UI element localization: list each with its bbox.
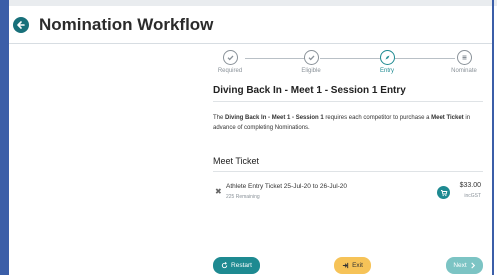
- step-eligible: Eligible: [286, 50, 336, 74]
- back-button[interactable]: [13, 17, 29, 33]
- step-required: Required: [205, 50, 255, 74]
- page-title: Nomination Workflow: [39, 15, 214, 34]
- desc-ticket-name: Meet Ticket: [431, 115, 464, 121]
- divider: [213, 171, 483, 172]
- left-frame-bar: [0, 0, 9, 275]
- remove-icon[interactable]: ✖: [215, 187, 222, 196]
- page-header: Nomination Workflow: [9, 6, 492, 44]
- restart-button[interactable]: Restart: [213, 257, 260, 274]
- restart-icon: [221, 262, 228, 269]
- step-label: Required: [217, 68, 243, 74]
- arrow-left-icon: [17, 21, 25, 29]
- next-label: Next: [453, 262, 467, 269]
- step-label: Entry: [379, 68, 394, 74]
- exit-button[interactable]: Exit: [334, 257, 371, 274]
- compass-icon: [379, 50, 395, 65]
- step-nominate: Nominate: [439, 50, 489, 74]
- desc-event-name: Diving Back In - Meet 1 - Session 1: [225, 115, 324, 121]
- cart-icon: [440, 189, 447, 196]
- workflow-stepper: Required Eligible Entry Nominate: [213, 50, 483, 80]
- chevron-right-icon: [470, 262, 475, 269]
- next-button[interactable]: Next: [446, 257, 483, 274]
- ticket-tax-label: incGST: [464, 193, 481, 199]
- desc-text: The: [213, 115, 226, 121]
- panel-title: Diving Back In - Meet 1 - Session 1 Entr…: [213, 85, 406, 96]
- entry-description: The Diving Back In - Meet 1 - Session 1 …: [213, 113, 483, 133]
- divider: [213, 101, 483, 102]
- restart-label: Restart: [231, 262, 252, 269]
- add-to-cart-button[interactable]: [437, 186, 450, 199]
- desc-text: requires each competitor to purchase a: [323, 115, 432, 121]
- list-icon: [456, 50, 472, 65]
- check-circle-icon: [222, 50, 238, 65]
- check-circle-icon: [303, 50, 319, 65]
- right-frame-bar: [492, 0, 494, 275]
- ticket-name: Athlete Entry Ticket 25-Jul-20 to 26-Jul…: [226, 183, 348, 190]
- section-title: Meet Ticket: [213, 156, 260, 166]
- exit-label: Exit: [352, 262, 363, 269]
- ticket-price: $33.00: [459, 182, 481, 189]
- ticket-remaining: 225 Remaining: [226, 194, 260, 200]
- step-entry: Entry: [362, 50, 412, 74]
- step-label: Eligible: [301, 68, 321, 74]
- exit-icon: [342, 262, 349, 269]
- ticket-row: ✖ Athlete Entry Ticket 25-Jul-20 to 26-J…: [213, 180, 483, 206]
- step-label: Nominate: [451, 68, 477, 74]
